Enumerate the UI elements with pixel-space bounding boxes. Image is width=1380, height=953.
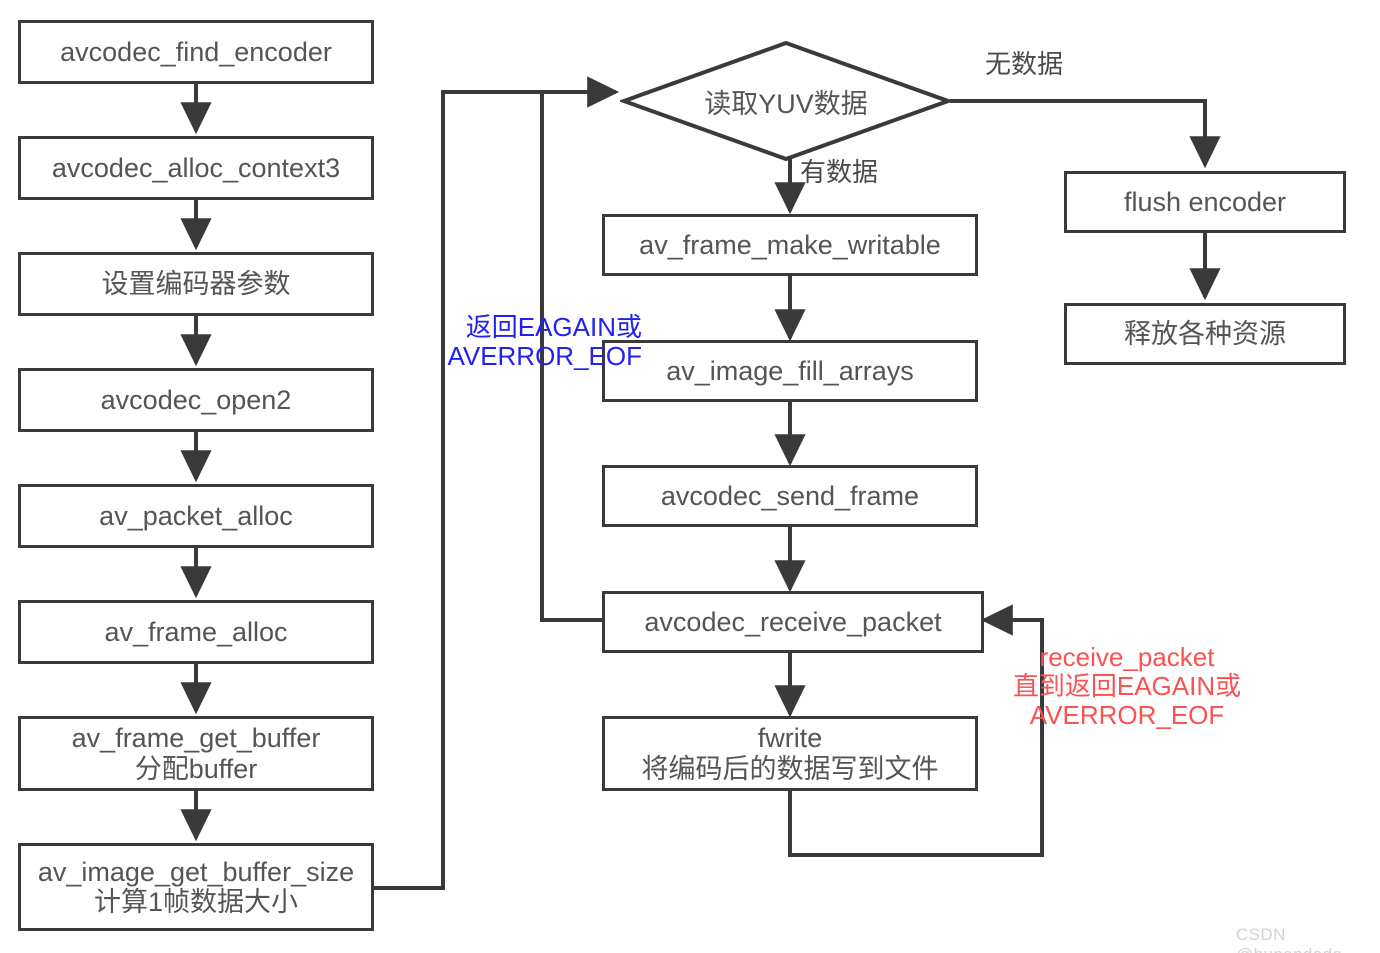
node-av-image-get-buffer-size[interactable]: av_image_get_buffer_size 计算1帧数据大小	[18, 843, 374, 931]
node-read-yuv-decision[interactable]: 读取YUV数据	[620, 39, 952, 163]
node-av-image-fill-arrays[interactable]: av_image_fill_arrays	[602, 340, 978, 402]
node-label: fwrite 将编码后的数据写到文件	[641, 723, 939, 784]
node-label: av_frame_get_buffer 分配buffer	[71, 723, 321, 784]
edge-read-yuv-no-data-to-flush-encoder	[950, 99, 1221, 169]
node-av-frame-make-writable[interactable]: av_frame_make_writable	[602, 214, 978, 276]
node-avcodec-alloc-context3[interactable]: avcodec_alloc_context3	[18, 136, 374, 200]
node-av-frame-alloc[interactable]: av_frame_alloc	[18, 600, 374, 664]
node-label: flush encoder	[1123, 186, 1287, 217]
node-label: 设置编码器参数	[101, 268, 291, 299]
node-set-encoder-params[interactable]: 设置编码器参数	[18, 252, 374, 316]
node-label: avcodec_receive_packet	[644, 606, 942, 637]
node-label: av_image_get_buffer_size 计算1帧数据大小	[37, 856, 355, 917]
node-label: avcodec_alloc_context3	[51, 152, 341, 183]
edge-label-no-data: 无数据	[985, 49, 1064, 79]
node-label: 释放各种资源	[1124, 318, 1286, 349]
node-fwrite[interactable]: fwrite 将编码后的数据写到文件	[602, 716, 978, 791]
node-label: av_frame_make_writable	[639, 229, 941, 260]
node-av-frame-get-buffer[interactable]: av_frame_get_buffer 分配buffer	[18, 716, 374, 791]
edge-label-eagain-loop: 返回EAGAIN或 AVERROR_EOF	[447, 312, 642, 372]
node-avcodec-find-encoder[interactable]: avcodec_find_encoder	[18, 20, 374, 84]
node-free-resources[interactable]: 释放各种资源	[1064, 303, 1346, 365]
edge-label-has-data: 有数据	[800, 157, 879, 187]
node-label: av_packet_alloc	[99, 500, 293, 531]
csdn-watermark: CSDN @hunandede	[1236, 925, 1342, 953]
node-flush-encoder[interactable]: flush encoder	[1064, 171, 1346, 233]
node-label: avcodec_send_frame	[660, 480, 920, 511]
node-av-packet-alloc[interactable]: av_packet_alloc	[18, 484, 374, 548]
node-label: avcodec_open2	[100, 384, 292, 415]
edge-image-get-buffer-size-to-read-yuv	[374, 76, 620, 890]
node-label: av_frame_alloc	[104, 616, 288, 647]
node-avcodec-send-frame[interactable]: avcodec_send_frame	[602, 465, 978, 527]
node-label: 读取YUV数据	[704, 88, 868, 119]
flowchart-canvas: avcodec_find_encoder avcodec_alloc_conte…	[0, 0, 1380, 953]
edge-label-receive-packet-loop: receive_packet 直到返回EAGAIN或 AVERROR_EOF	[1012, 642, 1242, 731]
node-avcodec-open2[interactable]: avcodec_open2	[18, 368, 374, 432]
node-label: av_image_fill_arrays	[666, 355, 914, 386]
node-avcodec-receive-packet[interactable]: avcodec_receive_packet	[602, 591, 984, 653]
node-label: avcodec_find_encoder	[60, 36, 332, 67]
